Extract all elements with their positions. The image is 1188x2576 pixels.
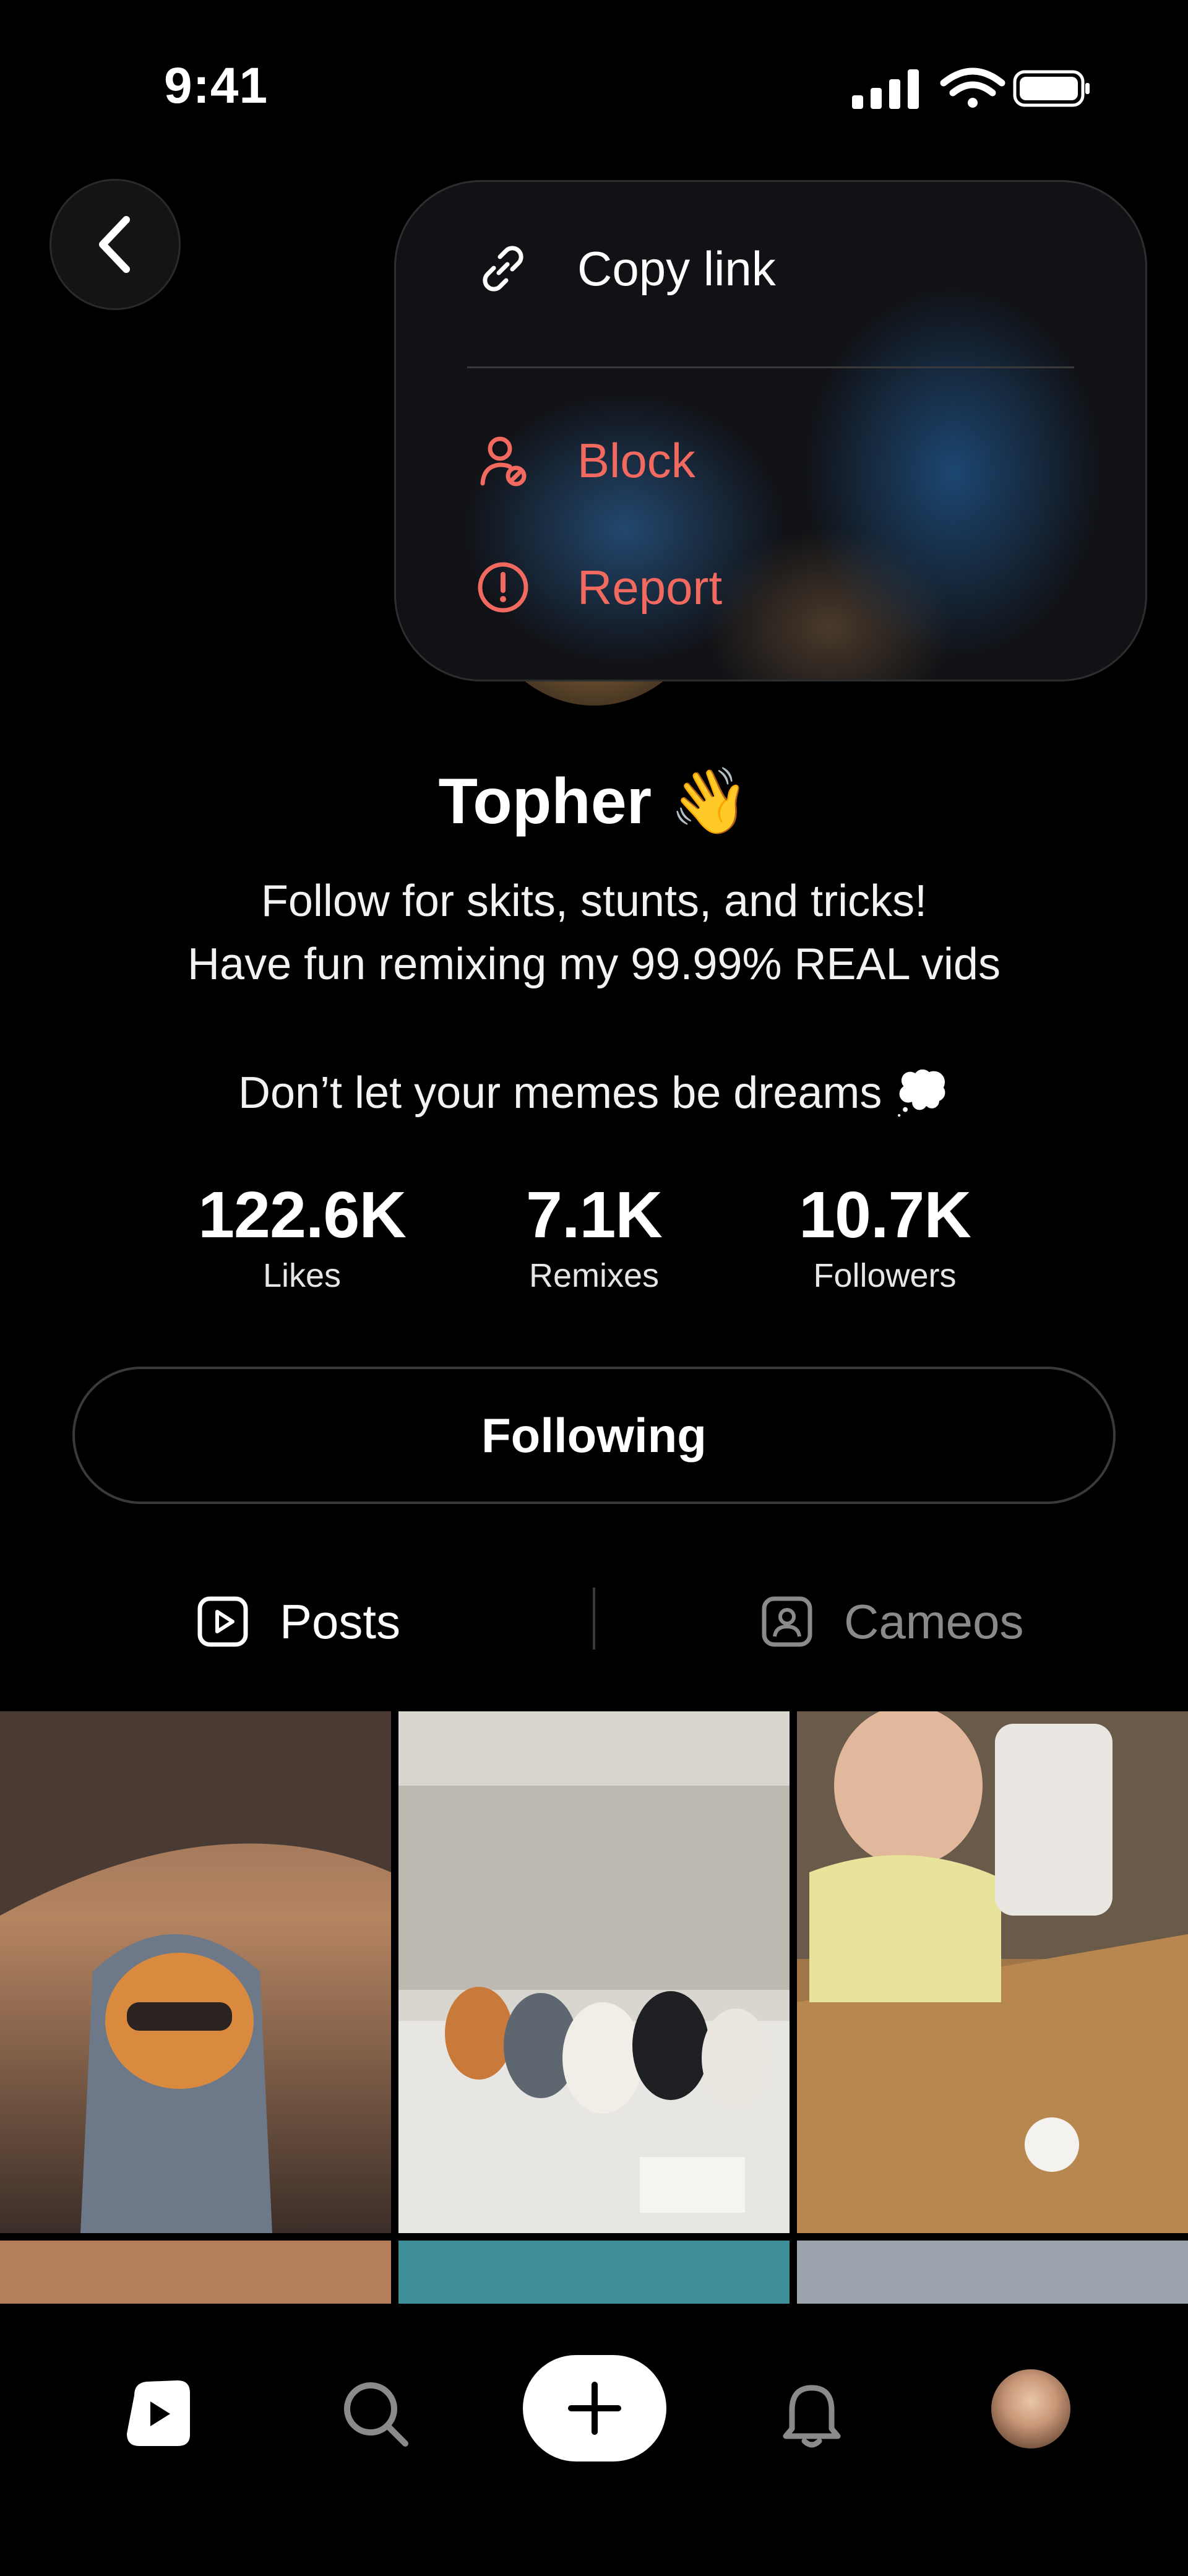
context-menu-panel: Copy link Block Report (394, 180, 1147, 681)
stat-value: 122.6K (198, 1178, 407, 1251)
bio-line-3: Don’t let your memes be dreams 💭 (0, 1066, 1188, 1119)
thought-bubble-emoji: 💭 (894, 1068, 950, 1118)
battery-icon (1013, 70, 1090, 107)
stat-value: 7.1K (526, 1178, 663, 1251)
status-time: 9:41 (164, 58, 269, 114)
play-square-icon (197, 1596, 248, 1647)
bio-line-1: Follow for skits, stunts, and tricks! (260, 876, 928, 926)
post-image (398, 1711, 790, 2233)
post-thumbnail[interactable] (797, 1711, 1188, 2233)
stat-label: Likes (262, 1257, 342, 1294)
status-icons (851, 67, 1092, 110)
tab-posts[interactable]: Posts (197, 1584, 400, 1659)
following-button[interactable]: Following (72, 1367, 1116, 1504)
post-thumbnail[interactable] (398, 1711, 790, 2233)
menu-item-report[interactable]: Report (396, 541, 1145, 634)
menu-divider (467, 366, 1074, 368)
post-thumbnail[interactable] (0, 2241, 391, 2304)
nav-profile-avatar[interactable] (991, 2369, 1070, 2448)
bell-icon (783, 2385, 841, 2448)
post-image (0, 1711, 391, 2233)
menu-item-label: Copy link (577, 241, 776, 296)
tab-divider (593, 1588, 595, 1649)
tab-cameos[interactable]: Cameos (761, 1584, 1023, 1659)
cellular-signal-icon (852, 69, 919, 109)
person-square-icon (762, 1596, 812, 1647)
stat-value: 10.7K (799, 1178, 971, 1251)
post-thumbnail[interactable] (797, 2241, 1188, 2304)
menu-item-label: Block (577, 433, 695, 488)
nav-search[interactable] (332, 2371, 419, 2457)
bio-line-2: Have fun remixing my 99.99% REAL vids (187, 940, 1001, 989)
post-thumbnail[interactable] (0, 1711, 391, 2233)
stat-likes[interactable]: 122.6K Likes (172, 1182, 432, 1295)
post-thumbnail[interactable] (398, 2241, 790, 2304)
create-button[interactable] (523, 2355, 666, 2461)
bio-line-3-text: Don’t let your memes be dreams (238, 1068, 882, 1118)
plus-icon (568, 2382, 621, 2435)
nav-notifications[interactable] (768, 2371, 855, 2457)
menu-item-copy-link[interactable]: Copy link (396, 222, 1145, 315)
link-icon (483, 246, 523, 292)
chevron-left-icon (99, 216, 130, 273)
report-icon (478, 562, 528, 613)
wifi-icon (940, 67, 1005, 108)
post-image (797, 1711, 1188, 2233)
tab-label: Posts (280, 1594, 401, 1649)
nav-home[interactable] (114, 2371, 201, 2457)
stat-label: Followers (813, 1257, 957, 1294)
block-user-icon (480, 436, 527, 486)
profile-name: Topher (438, 766, 652, 837)
tab-label: Cameos (844, 1594, 1024, 1649)
menu-item-label: Report (577, 560, 723, 615)
menu-item-block[interactable]: Block (396, 414, 1145, 507)
stat-followers[interactable]: 10.7K Followers (755, 1182, 1015, 1295)
stat-label: Remixes (528, 1257, 660, 1294)
stat-remixes[interactable]: 7.1K Remixes (464, 1182, 724, 1295)
wave-emoji: 👋 (669, 766, 750, 837)
search-icon (344, 2382, 408, 2447)
back-button[interactable] (50, 179, 181, 310)
profile-name-row: Topher 👋 (0, 764, 1188, 839)
play-home-icon (127, 2380, 190, 2446)
